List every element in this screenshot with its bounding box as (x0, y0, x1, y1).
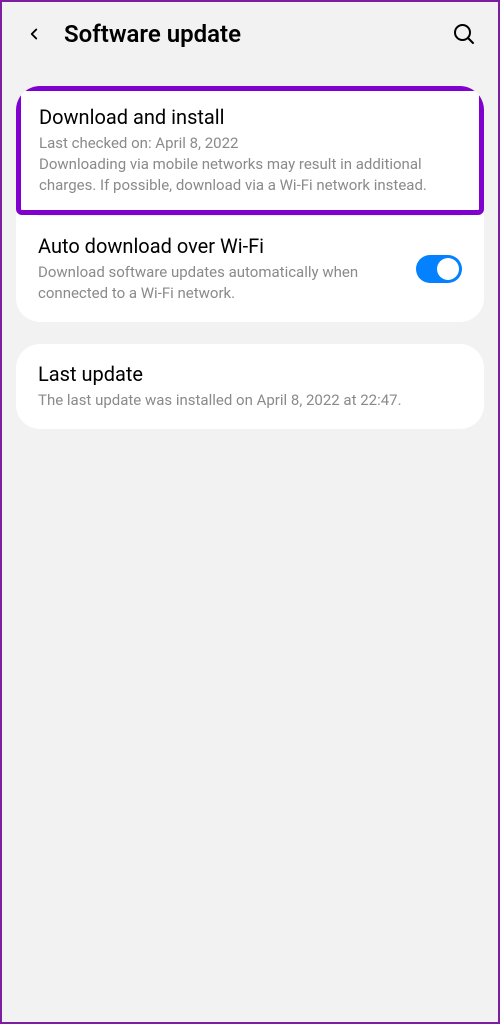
header: Software update (2, 2, 498, 66)
highlight-border: Download and install Last checked on: Ap… (16, 86, 484, 215)
card-group-updates: Download and install Last checked on: Ap… (16, 86, 484, 322)
auto-download-item[interactable]: Auto download over Wi-Fi Download softwa… (16, 216, 484, 322)
auto-download-description: Download software updates automatically … (38, 262, 400, 304)
last-update-description: The last update was installed on April 8… (38, 390, 462, 411)
auto-download-title: Auto download over Wi-Fi (38, 234, 400, 258)
download-description: Downloading via mobile networks may resu… (39, 154, 461, 196)
auto-download-text: Auto download over Wi-Fi Download softwa… (38, 234, 400, 304)
search-icon[interactable] (450, 20, 478, 48)
download-last-checked: Last checked on: April 8, 2022 (39, 133, 461, 154)
content: Download and install Last checked on: Ap… (2, 66, 498, 429)
last-update-title: Last update (38, 362, 462, 386)
download-install-item[interactable]: Download and install Last checked on: Ap… (21, 91, 479, 210)
download-title: Download and install (39, 105, 461, 129)
last-update-item[interactable]: Last update The last update was installe… (16, 344, 484, 429)
page-title: Software update (64, 20, 432, 48)
auto-download-toggle[interactable] (416, 255, 462, 283)
card-group-last-update: Last update The last update was installe… (16, 344, 484, 429)
back-icon[interactable] (22, 22, 46, 46)
